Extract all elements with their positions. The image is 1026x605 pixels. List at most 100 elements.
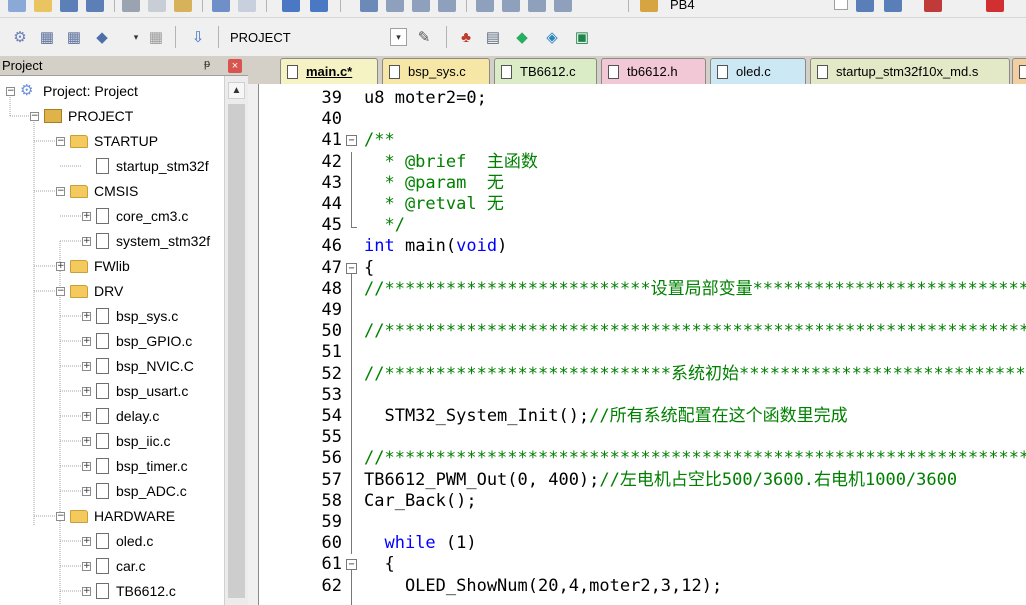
expand-icon[interactable]: + (82, 336, 91, 346)
build-icon[interactable]: ▦ (37, 27, 57, 47)
paste-icon[interactable] (174, 0, 192, 12)
expand-icon[interactable]: + (82, 561, 91, 571)
expand-icon[interactable]: + (82, 486, 91, 496)
code-line[interactable]: STM32_System_Init();//所有系统配置在这个函数里完成 (364, 406, 847, 427)
tree-node-bsp-iic-c[interactable]: + bsp_iic.c (82, 430, 170, 452)
tree-node-startup[interactable]: − STARTUP (56, 130, 158, 152)
open-file-icon[interactable] (34, 0, 52, 12)
file-extensions-icon[interactable]: ▤ (483, 27, 503, 47)
unindent-icon[interactable] (502, 0, 520, 12)
tree-node-startup-stm32f[interactable]: startup_stm32f (82, 155, 209, 177)
tree-node-bsp-timer-c[interactable]: + bsp_timer.c (82, 455, 188, 477)
collapse-icon[interactable]: − (6, 86, 15, 96)
tab-startup-stm32f10x-md-s[interactable]: startup_stm32f10x_md.s (810, 58, 1010, 84)
tab-tb6612-h[interactable]: tb6612.h (601, 58, 706, 84)
tree-node-hardware[interactable]: − HARDWARE (56, 505, 175, 527)
expand-icon[interactable]: + (82, 211, 91, 221)
tab-main-c[interactable]: main.c* (280, 58, 378, 84)
code-line[interactable]: TB6612_PWM_Out(0, 400);//左电机占空比500/3600.… (364, 470, 957, 491)
redo-icon[interactable] (238, 0, 256, 12)
close-icon[interactable]: × (228, 59, 242, 73)
tree-node-bsp-sys-c[interactable]: + bsp_sys.c (82, 305, 178, 327)
target-select-value[interactable]: PROJECT (230, 30, 291, 45)
code-line[interactable]: u8 moter2=0; (364, 88, 487, 109)
code-line[interactable]: //**************************************… (364, 448, 1026, 469)
next-bookmark-icon[interactable] (412, 0, 430, 12)
nav-back-icon[interactable] (282, 0, 300, 12)
code-line[interactable]: Car_Back(); (364, 491, 477, 512)
project-scrollbar[interactable]: ▲ (224, 76, 248, 605)
target-dropdown-icon[interactable]: ▾ (390, 28, 407, 46)
collapse-icon[interactable]: − (56, 136, 65, 146)
expand-icon[interactable]: + (56, 261, 65, 271)
translate-icon[interactable]: ⚙ (10, 27, 30, 47)
batch-dropdown-icon[interactable]: ▾ (126, 27, 146, 47)
fold-toggle-icon[interactable]: − (346, 135, 357, 147)
tree-node-project[interactable]: − PROJECT (30, 105, 133, 127)
rte-icon[interactable]: ◈ (542, 27, 562, 47)
scroll-up-icon[interactable]: ▲ (228, 82, 245, 99)
pin-icon[interactable]: ᵽ (204, 58, 210, 70)
expand-icon[interactable]: + (82, 361, 91, 371)
collapse-icon[interactable]: − (56, 286, 65, 296)
tree-node-cmsis[interactable]: − CMSIS (56, 180, 138, 202)
pack-installer-icon[interactable]: ◆ (512, 27, 532, 47)
save-all-icon[interactable] (86, 0, 104, 12)
code-line[interactable]: while (1) (364, 533, 476, 554)
find-dropdown[interactable] (834, 0, 848, 10)
tree-node-oled-c[interactable]: + oled.c (82, 530, 153, 552)
fold-toggle-icon[interactable]: − (346, 262, 357, 274)
tab-overflow[interactable] (1012, 58, 1026, 84)
undo-icon[interactable] (212, 0, 230, 12)
find-in-files-icon[interactable] (640, 0, 658, 12)
expand-icon[interactable]: + (82, 411, 91, 421)
tab-tb6612-c[interactable]: TB6612.c (494, 58, 597, 84)
tree-node-project-project[interactable]: − ⚙ Project: Project (6, 80, 138, 102)
expand-icon[interactable]: + (82, 536, 91, 546)
tree-node-bsp-usart-c[interactable]: + bsp_usart.c (82, 380, 188, 402)
code-line[interactable]: */ (364, 215, 404, 236)
code-line[interactable]: int main(void) (364, 236, 507, 257)
tree-node-fwlib[interactable]: + FWlib (56, 255, 130, 277)
download-icon[interactable]: ⇩ (188, 27, 208, 47)
debug-icon[interactable] (924, 0, 942, 12)
target-options-icon[interactable]: ✎ (414, 27, 434, 47)
tab-bsp-sys-c[interactable]: bsp_sys.c (382, 58, 490, 84)
code-line[interactable]: * @param 无 (364, 173, 503, 194)
code-line[interactable]: //**************************************… (364, 321, 1026, 342)
code-line[interactable]: * @brief 主函数 (364, 152, 537, 173)
rebuild-icon[interactable]: ▦ (64, 27, 84, 47)
incremental-find-icon[interactable] (856, 0, 874, 12)
tree-node-bsp-adc-c[interactable]: + bsp_ADC.c (82, 480, 187, 502)
expand-icon[interactable]: + (82, 436, 91, 446)
tree-node-core-cm3-c[interactable]: + core_cm3.c (82, 205, 188, 227)
code-line[interactable]: /** (364, 130, 395, 151)
scroll-thumb[interactable] (228, 104, 245, 598)
cut-icon[interactable] (122, 0, 140, 12)
clear-bookmarks-icon[interactable] (438, 0, 456, 12)
collapse-icon[interactable]: − (30, 111, 39, 121)
breakpoint-icon[interactable] (986, 0, 1004, 12)
collapse-icon[interactable]: − (56, 186, 65, 196)
uncomment-icon[interactable] (554, 0, 572, 12)
tree-node-system-stm32f[interactable]: + system_stm32f (82, 230, 210, 252)
expand-icon[interactable]: + (82, 236, 91, 246)
save-icon[interactable] (60, 0, 78, 12)
indent-icon[interactable] (476, 0, 494, 12)
code-line[interactable]: //**************************设置局部变量******… (364, 279, 1026, 300)
prev-bookmark-icon[interactable] (386, 0, 404, 12)
bookmark-icon[interactable] (360, 0, 378, 12)
select-software-packs-icon[interactable]: ▣ (572, 27, 592, 47)
comment-icon[interactable] (528, 0, 546, 12)
find-icon[interactable] (884, 0, 902, 12)
tree-node-tb6612-c[interactable]: + TB6612.c (82, 580, 176, 602)
fold-toggle-icon[interactable]: − (346, 559, 357, 571)
tree-node-bsp-nvic-c[interactable]: + bsp_NVIC.C (82, 355, 194, 377)
expand-icon[interactable]: + (82, 311, 91, 321)
batch-build-icon[interactable]: ◆ (92, 27, 112, 47)
copy-icon[interactable] (148, 0, 166, 12)
tree-node-car-c[interactable]: + car.c (82, 555, 146, 577)
expand-icon[interactable]: + (82, 386, 91, 396)
code-line[interactable]: * @retval 无 (364, 194, 503, 215)
code-line[interactable]: //****************************系统初始******… (364, 364, 1026, 385)
